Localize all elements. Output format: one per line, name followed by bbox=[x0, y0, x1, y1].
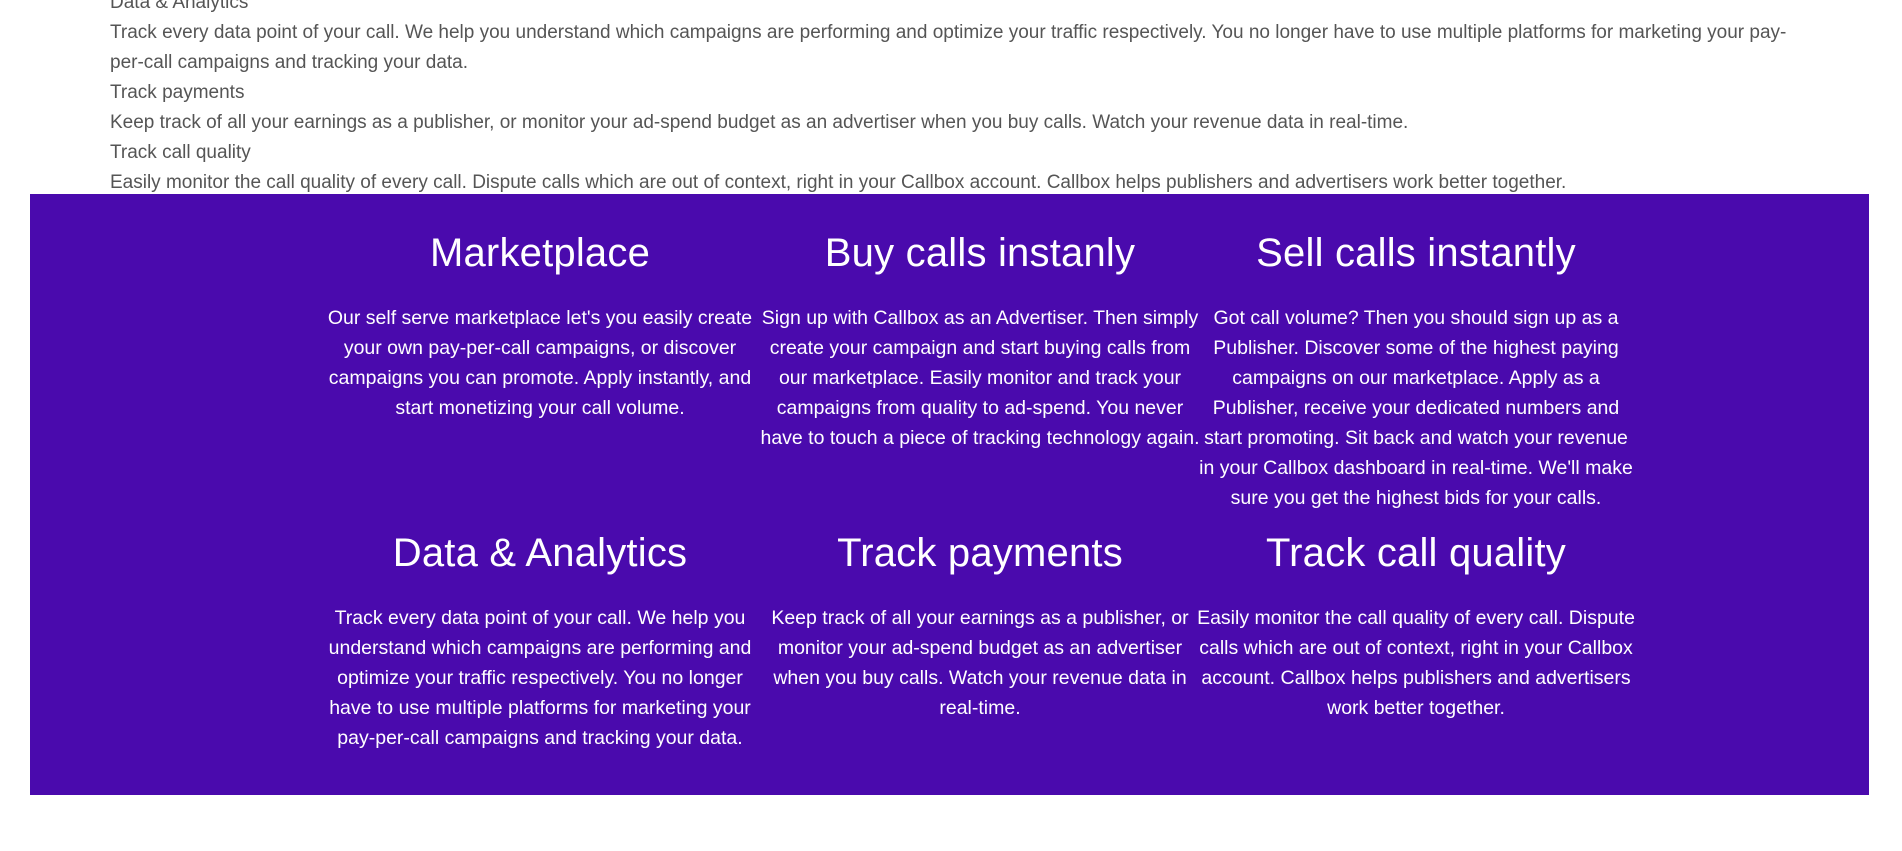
feature-description: Got call volume? Then you should sign up… bbox=[1199, 307, 1633, 509]
list-item-description: Track every data point of your call. We … bbox=[110, 22, 1787, 73]
feature-title: Track call quality bbox=[1266, 531, 1566, 575]
feature-sell-calls: Sell calls instantly Got call volume? Th… bbox=[1196, 228, 1636, 513]
feature-buy-calls: Buy calls instanly Sign up with Callbox … bbox=[760, 228, 1200, 453]
feature-title: Marketplace bbox=[429, 231, 651, 275]
feature-title: Data & Analytics bbox=[392, 531, 688, 575]
feature-text-list: Data & Analytics Track every data point … bbox=[110, 0, 1810, 198]
feature-track-call-quality: Track call quality Easily monitor the ca… bbox=[1196, 528, 1636, 723]
feature-description: Sign up with Callbox as an Advertiser. T… bbox=[760, 307, 1200, 449]
features-band: Marketplace Our self serve marketplace l… bbox=[30, 194, 1869, 795]
list-item-description: Keep track of all your earnings as a pub… bbox=[110, 112, 1409, 133]
feature-title: Sell calls instantly bbox=[1256, 231, 1576, 275]
feature-description: Keep track of all your earnings as a pub… bbox=[771, 607, 1189, 719]
list-item-heading: Data & Analytics bbox=[110, 0, 249, 13]
list-item-heading: Track call quality bbox=[110, 142, 251, 163]
feature-track-payments: Track payments Keep track of all your ea… bbox=[760, 528, 1200, 723]
page: Data & Analytics Track every data point … bbox=[0, 0, 1902, 851]
feature-description: Track every data point of your call. We … bbox=[328, 607, 752, 749]
feature-title: Buy calls instanly bbox=[824, 231, 1136, 275]
feature-marketplace: Marketplace Our self serve marketplace l… bbox=[320, 228, 760, 423]
feature-description: Easily monitor the call quality of every… bbox=[1197, 607, 1635, 719]
feature-data-analytics: Data & Analytics Track every data point … bbox=[320, 528, 760, 753]
feature-title: Track payments bbox=[837, 531, 1123, 575]
list-item-heading: Track payments bbox=[110, 82, 245, 103]
feature-description: Our self serve marketplace let's you eas… bbox=[327, 307, 753, 419]
